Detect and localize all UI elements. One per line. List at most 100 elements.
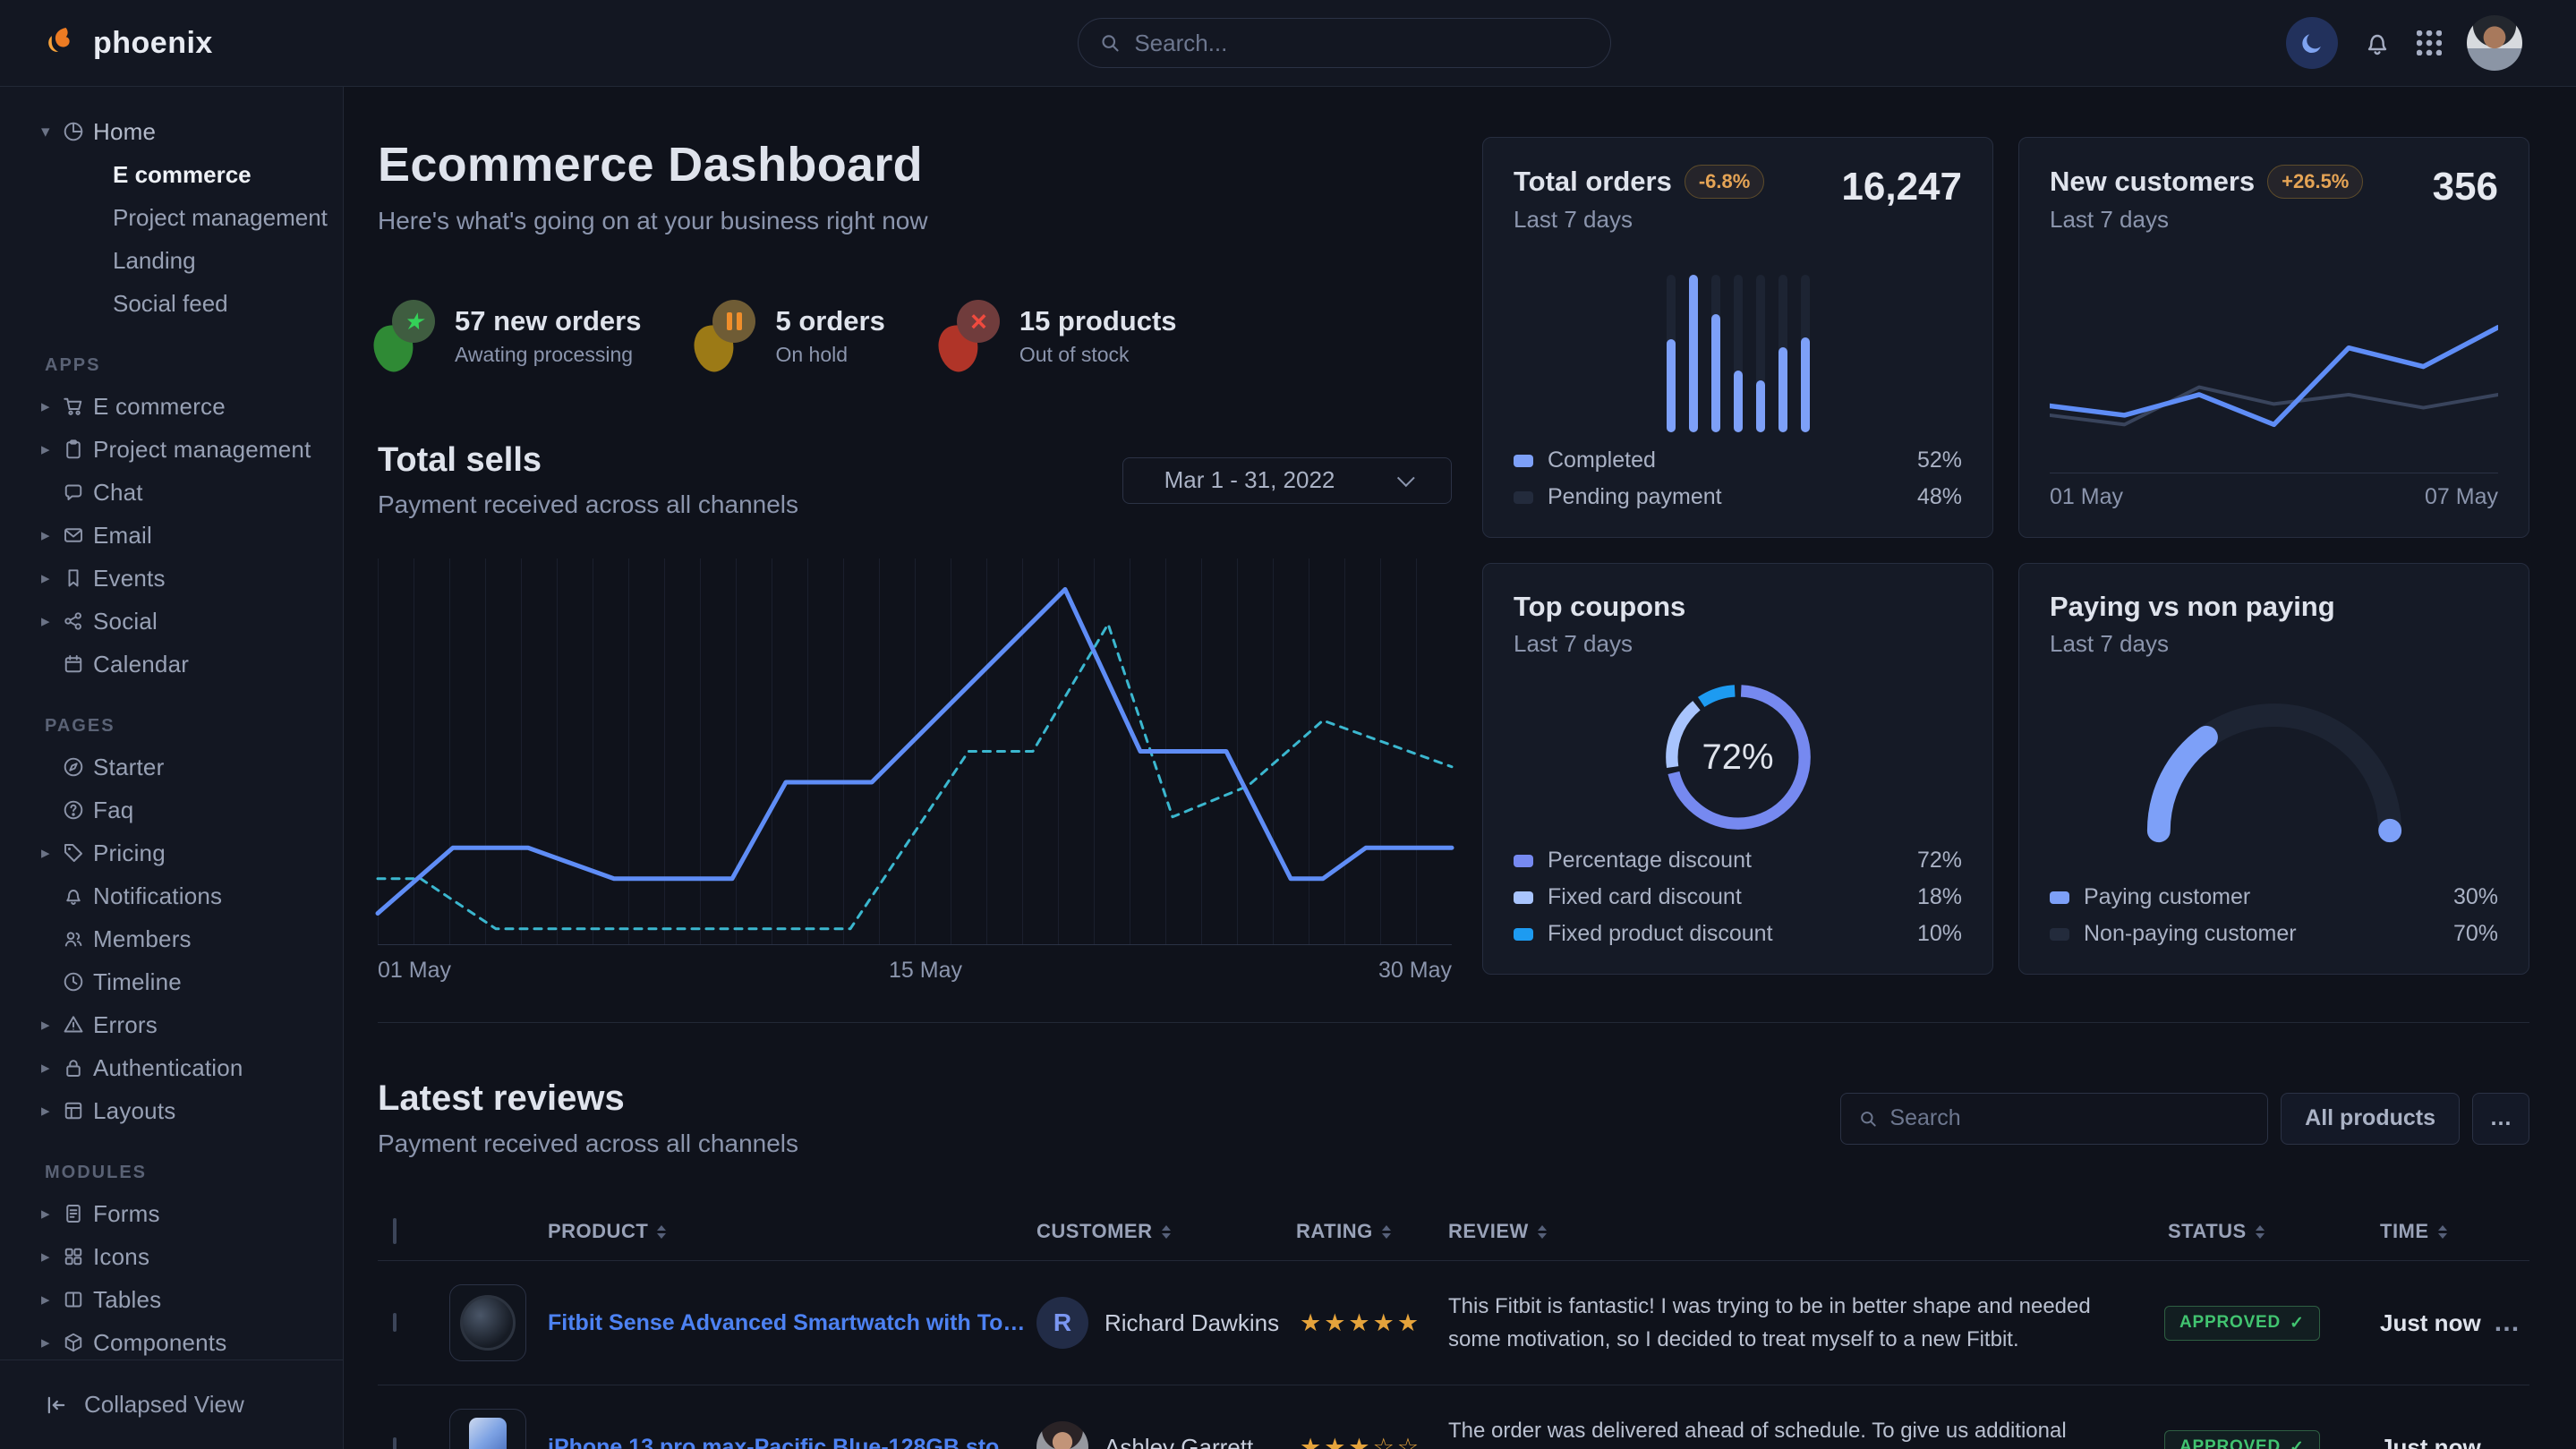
rating-stars: ★★★☆☆ [1296, 1434, 1448, 1449]
kpi-cards: Total orders -6.8% Last 7 days 16,247 [1482, 137, 2529, 986]
sidebar-item-tables[interactable]: ▸ Tables [0, 1278, 343, 1321]
column-header-status[interactable]: STATUS [2164, 1220, 2366, 1243]
reviews-subtitle: Payment received across all channels [378, 1129, 798, 1158]
column-header-rating[interactable]: RATING [1296, 1220, 1448, 1243]
on-hold-pause-icon [698, 300, 750, 371]
main-content: Ecommerce Dashboard Here's what's going … [344, 87, 2576, 1449]
sidebar-item-ecommerce-app[interactable]: ▸ E commerce [0, 385, 343, 428]
reviews-search-input[interactable] [1889, 1105, 2249, 1131]
sidebar-item-calendar[interactable]: Calendar [0, 643, 343, 686]
page-subtitle: Here's what's going on at your business … [378, 207, 1452, 235]
customer-cell[interactable]: Ashley Garrett [1028, 1421, 1296, 1449]
total-sells-x-axis: 01 May 15 May 30 May [378, 958, 1452, 986]
sidebar-item-components[interactable]: ▸ Components [0, 1321, 343, 1364]
collapsed-view-toggle[interactable]: Collapsed View [0, 1360, 343, 1449]
sidebar-item-home[interactable]: ▾ Home [0, 110, 343, 153]
sidebar-item-starter[interactable]: Starter [0, 746, 343, 788]
lock-icon [63, 1057, 93, 1078]
stat-out-of-stock: × 15 products Out of stock [943, 300, 1177, 371]
sidebar-item-social-feed[interactable]: Social feed [0, 282, 343, 325]
sidebar-item-project-management-dashboard[interactable]: Project management [0, 196, 343, 239]
row-more-button[interactable]: … [2482, 1308, 2531, 1338]
sidebar-item-faq[interactable]: Faq [0, 788, 343, 831]
sidebar-item-timeline[interactable]: Timeline [0, 960, 343, 1003]
phoenix-logo-icon [41, 24, 79, 62]
caret-right-icon: ▸ [41, 1204, 63, 1224]
select-all-checkbox[interactable] [393, 1218, 397, 1244]
stat-orders-on-hold: 5 orders On hold [698, 300, 884, 371]
brand-link[interactable]: phoenix [41, 24, 213, 62]
total-sells-title: Total sells [378, 441, 798, 480]
table-row: Fitbit Sense Advanced Smartwatch with To… [378, 1260, 2529, 1385]
stat-new-orders: ★ 57 new orders Awating processing [378, 300, 641, 371]
sidebar-item-social[interactable]: ▸ Social [0, 600, 343, 643]
column-header-product[interactable]: PRODUCT [437, 1220, 1028, 1243]
status-badge: APPROVED✓ [2164, 1430, 2320, 1449]
sidebar-item-forms[interactable]: ▸ Forms [0, 1192, 343, 1235]
sidebar-item-email[interactable]: ▸ Email [0, 514, 343, 557]
column-header-review[interactable]: REVIEW [1448, 1220, 2164, 1243]
total-orders-value: 16,247 [1841, 165, 1962, 209]
row-more-button[interactable]: … [2482, 1432, 2531, 1449]
column-header-customer[interactable]: CUSTOMER [1028, 1220, 1296, 1243]
reviews-controls: All products … [1840, 1093, 2529, 1145]
caret-right-icon: ▸ [41, 396, 63, 417]
column-header-time[interactable]: TIME [2366, 1220, 2482, 1243]
moon-icon [2299, 30, 2324, 55]
compass-icon [63, 756, 93, 778]
navbar-search-input[interactable] [1134, 30, 1589, 57]
rating-stars: ★★★★★ [1296, 1309, 1448, 1337]
notifications-button[interactable] [2363, 29, 2392, 57]
caret-right-icon: ▸ [41, 611, 63, 632]
sidebar-item-icons[interactable]: ▸ Icons [0, 1235, 343, 1278]
legend-fixed-card-discount: Fixed card discount 18% [1514, 884, 1962, 910]
user-avatar[interactable] [2467, 15, 2522, 71]
sidebar-item-members[interactable]: Members [0, 917, 343, 960]
sidebar-item-events[interactable]: ▸ Events [0, 557, 343, 600]
tag-icon [63, 842, 93, 864]
date-range-select[interactable]: Mar 1 - 31, 2022 [1122, 457, 1452, 504]
apps-grid-button[interactable] [2417, 30, 2442, 55]
legend-completed: Completed 52% [1514, 447, 1962, 473]
review-text: The order was delivered ahead of schedul… [1448, 1414, 2164, 1449]
grid-icon [63, 1246, 93, 1267]
product-link[interactable]: Fitbit Sense Advanced Smartwatch with To… [548, 1310, 1028, 1336]
caret-right-icon: ▸ [41, 568, 63, 589]
time-value: Just now [2366, 1309, 2482, 1337]
sidebar-item-project-management-app[interactable]: ▸ Project management [0, 428, 343, 471]
row-checkbox[interactable] [393, 1437, 397, 1449]
reviews-search[interactable] [1840, 1093, 2268, 1145]
product-link[interactable]: iPhone 13 pro max-Pacific Blue-128GB sto… [548, 1435, 1028, 1449]
calendar-icon [63, 653, 93, 675]
new-customers-line-chart [2050, 271, 2498, 458]
sidebar-item-layouts[interactable]: ▸ Layouts [0, 1089, 343, 1132]
brand-name: phoenix [93, 26, 213, 61]
sidebar-item-e-commerce-dashboard[interactable]: E commerce [0, 153, 343, 196]
sidebar-item-pricing[interactable]: ▸ Pricing [0, 831, 343, 874]
sidebar-item-landing[interactable]: Landing [0, 239, 343, 282]
caret-right-icon: ▸ [41, 1333, 63, 1353]
sidebar: ▾ Home E commerce Project management Lan… [0, 87, 344, 1449]
caret-right-icon: ▸ [41, 1101, 63, 1121]
bookmark-icon [63, 567, 93, 589]
reviews-more-button[interactable]: … [2472, 1093, 2529, 1145]
coupons-donut-chart: 72% [1659, 678, 1818, 837]
sidebar-item-errors[interactable]: ▸ Errors [0, 1003, 343, 1046]
caret-right-icon: ▸ [41, 843, 63, 864]
sidebar-item-chat[interactable]: Chat [0, 471, 343, 514]
row-checkbox[interactable] [393, 1313, 397, 1332]
bell-icon [2363, 29, 2392, 57]
total-sells-chart-svg [378, 558, 1452, 944]
check-icon: ✓ [2290, 1437, 2305, 1449]
time-value: Just now [2366, 1434, 2482, 1449]
all-products-button[interactable]: All products [2281, 1093, 2460, 1145]
question-circle-icon [63, 799, 93, 821]
sidebar-item-label: Home [93, 118, 156, 146]
sidebar-item-notifications[interactable]: Notifications [0, 874, 343, 917]
sidebar-item-authentication[interactable]: ▸ Authentication [0, 1046, 343, 1089]
navbar-search[interactable] [1078, 18, 1611, 68]
theme-toggle-button[interactable] [2286, 17, 2338, 69]
sidebar-section-pages: PAGES [45, 716, 343, 737]
clock-icon [63, 971, 93, 993]
customer-cell[interactable]: R Richard Dawkins [1028, 1297, 1296, 1349]
